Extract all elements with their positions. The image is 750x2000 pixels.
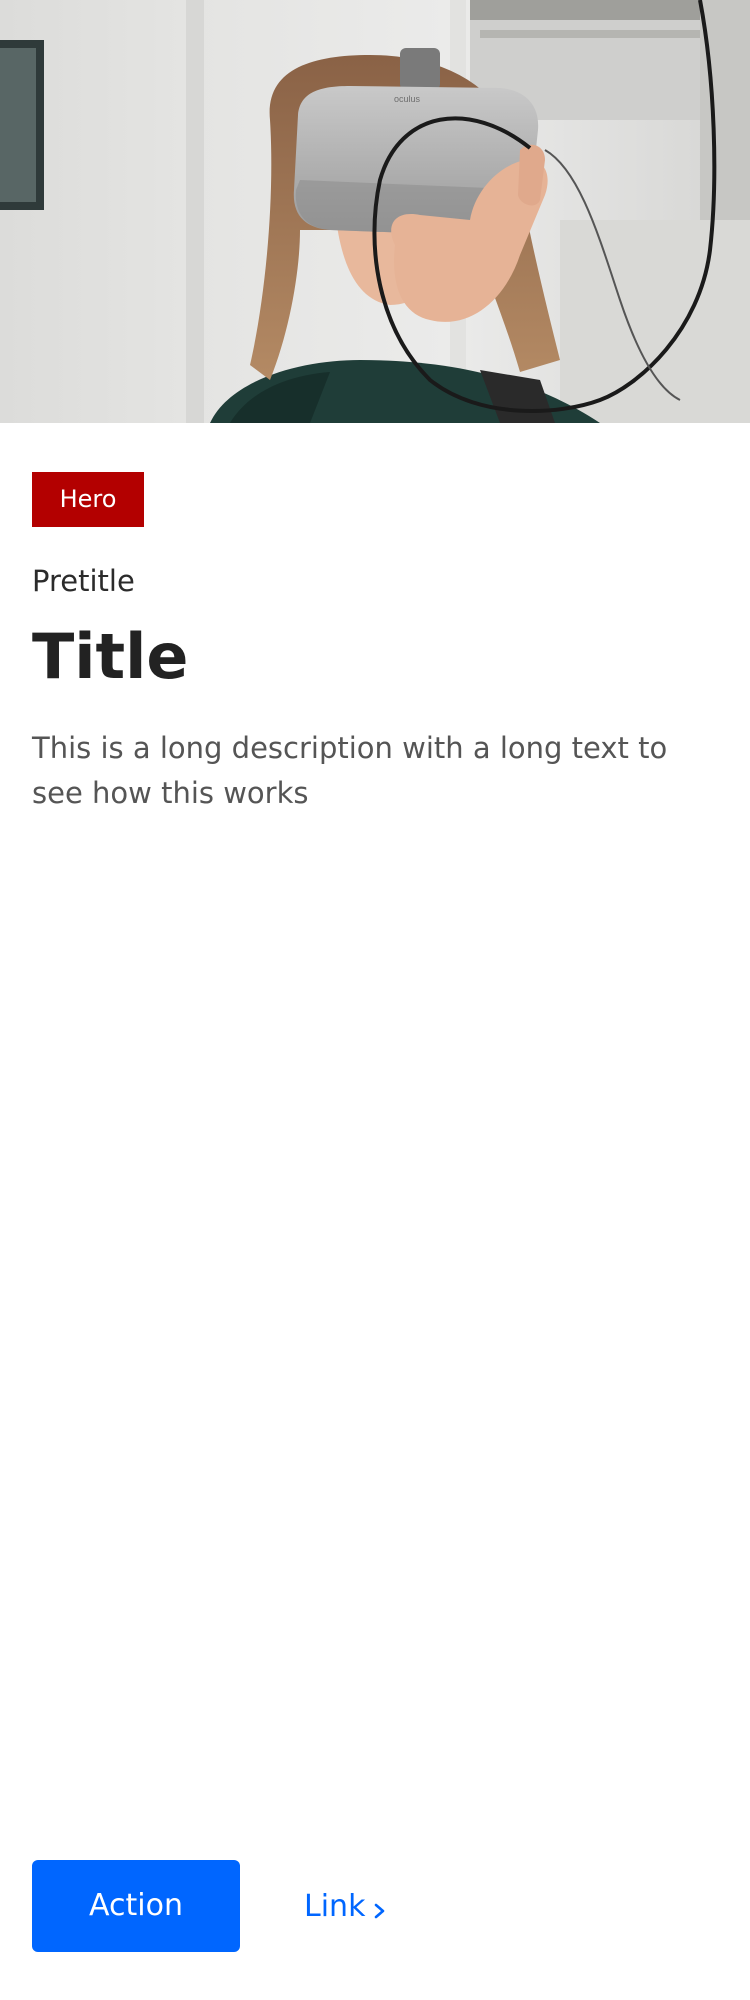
hero-card: oculus Hero Pretitle Title This is a lon…	[0, 0, 750, 2000]
headset-brand-text: oculus	[394, 94, 421, 104]
hero-tag: Hero	[32, 472, 144, 527]
chevron-right-icon	[373, 1895, 387, 1919]
page-title: Title	[32, 620, 189, 693]
description: This is a long description with a long t…	[32, 731, 668, 810]
pretitle: Pretitle	[32, 564, 135, 598]
hero-image: oculus	[0, 0, 750, 423]
link-label: Link	[304, 1888, 366, 1924]
link[interactable]: Link	[304, 1860, 387, 1952]
action-button[interactable]: Action	[32, 1860, 240, 1952]
